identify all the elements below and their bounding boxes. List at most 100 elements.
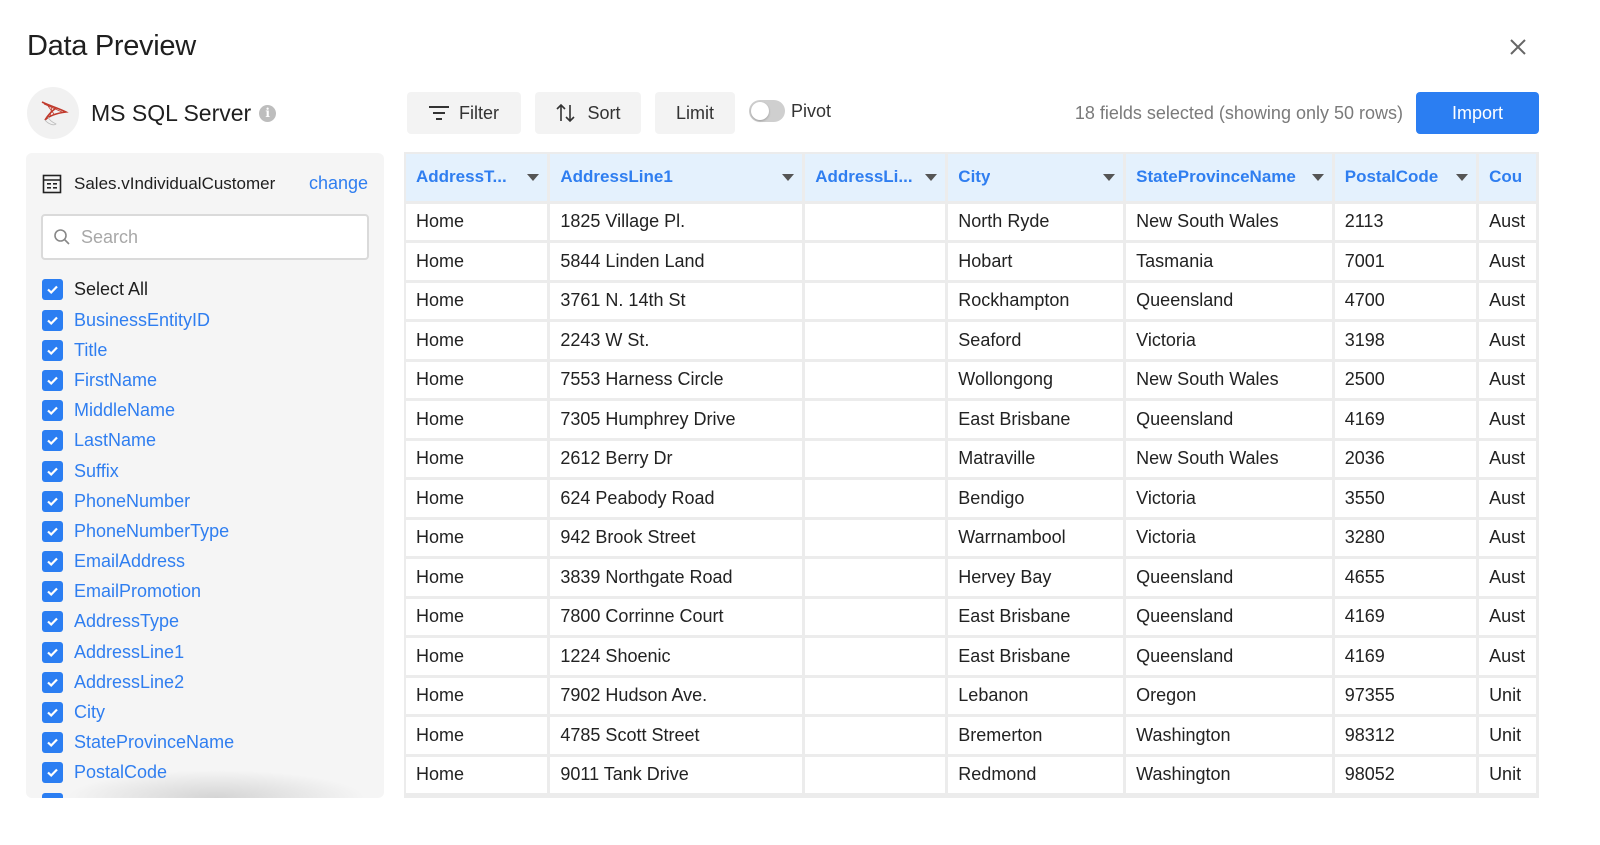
field-checkbox-item[interactable]: EmailPromotion	[42, 577, 372, 607]
field-checkbox-item[interactable]: Title	[42, 335, 372, 365]
selected-table: Sales.vIndividualCustomer change	[42, 173, 368, 194]
column-header-label: PostalCode	[1344, 167, 1439, 187]
column-header[interactable]: AddressT...	[406, 154, 551, 204]
column-menu-caret-icon[interactable]	[925, 173, 938, 181]
field-checkbox-item[interactable]	[42, 788, 372, 798]
column-menu-caret-icon[interactable]	[1456, 173, 1469, 181]
select-all-label: Select All	[74, 278, 149, 299]
field-search[interactable]	[41, 214, 369, 260]
field-checkbox-item[interactable]: AddressLine2	[42, 667, 372, 697]
column-menu-caret-icon[interactable]	[527, 173, 540, 181]
field-checkbox-item[interactable]: EmailAddress	[42, 547, 372, 577]
table-cell: East Brisbane	[945, 398, 1127, 441]
filter-label: Filter	[459, 102, 499, 123]
field-checkbox-item[interactable]: PhoneNumberType	[42, 516, 372, 546]
column-menu-caret-icon[interactable]	[1103, 173, 1116, 181]
preview-table: AddressT... AddressLine1 AddressLi... City S…	[406, 154, 1539, 796]
table-cell: Washington	[1123, 714, 1335, 757]
checkbox-checked-icon[interactable]	[42, 520, 63, 542]
select-all-checkbox[interactable]: Select All	[42, 277, 372, 301]
table-cell: Lebanon	[945, 674, 1127, 717]
checkbox-checked-icon[interactable]	[42, 732, 63, 754]
column-header[interactable]: StateProvinceName	[1123, 154, 1335, 204]
column-header[interactable]: Cou	[1476, 154, 1539, 204]
field-checkbox-item[interactable]: PostalCode	[42, 758, 372, 788]
limit-button[interactable]: Limit	[655, 92, 735, 134]
checkbox-checked-icon[interactable]	[42, 792, 63, 798]
checkbox-checked-icon[interactable]	[42, 400, 63, 422]
table-cell: Home	[406, 556, 551, 599]
table-cell: New South Wales	[1123, 358, 1335, 401]
column-header[interactable]: PostalCode	[1331, 154, 1480, 204]
table-row: Home 7800 Corrinne Court East Brisbane Quee…	[406, 595, 1539, 638]
table-cell	[802, 477, 949, 520]
field-checkbox-item[interactable]: AddressLine1	[42, 637, 372, 667]
table-row: Home 7305 Humphrey Drive East Brisbane Quee…	[406, 398, 1539, 441]
source-name: MS SQL Server	[91, 99, 252, 126]
table-cell: 3761 N. 14th St	[547, 279, 806, 322]
pivot-toggle[interactable]: Pivot	[749, 100, 831, 122]
import-button[interactable]: Import	[1416, 92, 1539, 134]
table-cell: 2500	[1331, 358, 1480, 401]
table-cell: Home	[406, 437, 551, 480]
sort-button[interactable]: Sort	[535, 92, 641, 134]
table-cell: Home	[406, 200, 551, 243]
change-table-link[interactable]: change	[309, 173, 368, 194]
table-cell: 4655	[1331, 556, 1480, 599]
checkbox-checked-icon[interactable]	[42, 581, 63, 603]
checkbox-checked-icon[interactable]	[42, 611, 63, 633]
checkbox-checked-icon[interactable]	[42, 702, 63, 724]
field-checkbox-item[interactable]: FirstName	[42, 365, 372, 395]
table-cell: Home	[406, 240, 551, 283]
column-menu-caret-icon[interactable]	[782, 173, 795, 181]
checkbox-checked-icon[interactable]	[42, 671, 63, 693]
checkbox-checked-icon[interactable]	[42, 369, 63, 391]
checkbox-checked-icon[interactable]	[42, 490, 63, 512]
table-cell: Home	[406, 753, 551, 796]
table-cell: Queensland	[1123, 635, 1335, 678]
column-header[interactable]: AddressLi...	[802, 154, 949, 204]
field-checkbox-item[interactable]: AddressType	[42, 607, 372, 637]
checkbox-checked-icon[interactable]	[42, 278, 63, 300]
field-checkbox-item[interactable]: LastName	[42, 426, 372, 456]
checkbox-checked-icon[interactable]	[42, 641, 63, 663]
table-row: Home 2243 W St. Seaford Victoria 3198 Aust	[406, 319, 1539, 362]
header-row: AddressT... AddressLine1 AddressLi... City S…	[406, 154, 1539, 204]
table-cell: 7305 Humphrey Drive	[547, 398, 806, 441]
field-list: Select All BusinessEntityID Title FirstNam…	[42, 277, 372, 798]
column-header-label: AddressLi...	[815, 167, 913, 187]
checkbox-checked-icon[interactable]	[42, 430, 63, 452]
close-icon[interactable]	[1505, 34, 1531, 60]
field-checkbox-item[interactable]: City	[42, 697, 372, 727]
data-grid: AddressT... AddressLine1 AddressLi... City S…	[404, 152, 1539, 798]
field-label: PhoneNumberType	[74, 520, 230, 541]
field-label: EmailPromotion	[74, 581, 202, 602]
checkbox-checked-icon[interactable]	[42, 551, 63, 573]
field-label: PhoneNumber	[74, 490, 191, 511]
field-checkbox-item[interactable]: Suffix	[42, 456, 372, 486]
table-cell: Wollongong	[945, 358, 1127, 401]
search-input[interactable]	[81, 226, 341, 248]
checkbox-checked-icon[interactable]	[42, 309, 63, 331]
checkbox-checked-icon[interactable]	[42, 762, 63, 784]
column-menu-caret-icon[interactable]	[1311, 173, 1324, 181]
column-header[interactable]: AddressLine1	[547, 154, 806, 204]
field-checkbox-item[interactable]: MiddleName	[42, 396, 372, 426]
field-checkbox-item[interactable]: PhoneNumber	[42, 486, 372, 516]
table-cell: Redmond	[945, 753, 1127, 796]
table-cell: Oregon	[1123, 674, 1335, 717]
info-icon[interactable]: i	[259, 104, 277, 122]
table-cell	[802, 556, 949, 599]
table-cell: 2113	[1331, 200, 1480, 243]
table-cell: New South Wales	[1123, 200, 1335, 243]
field-checkbox-item[interactable]: StateProvinceName	[42, 728, 372, 758]
toggle-switch[interactable]	[749, 100, 785, 122]
field-label: PostalCode	[74, 762, 168, 783]
field-checkbox-item[interactable]: BusinessEntityID	[42, 305, 372, 335]
table-cell: Washington	[1123, 753, 1335, 796]
checkbox-checked-icon[interactable]	[42, 339, 63, 361]
table-cell: Home	[406, 279, 551, 322]
checkbox-checked-icon[interactable]	[42, 460, 63, 482]
column-header[interactable]: City	[945, 154, 1127, 204]
filter-button[interactable]: Filter	[407, 92, 521, 134]
